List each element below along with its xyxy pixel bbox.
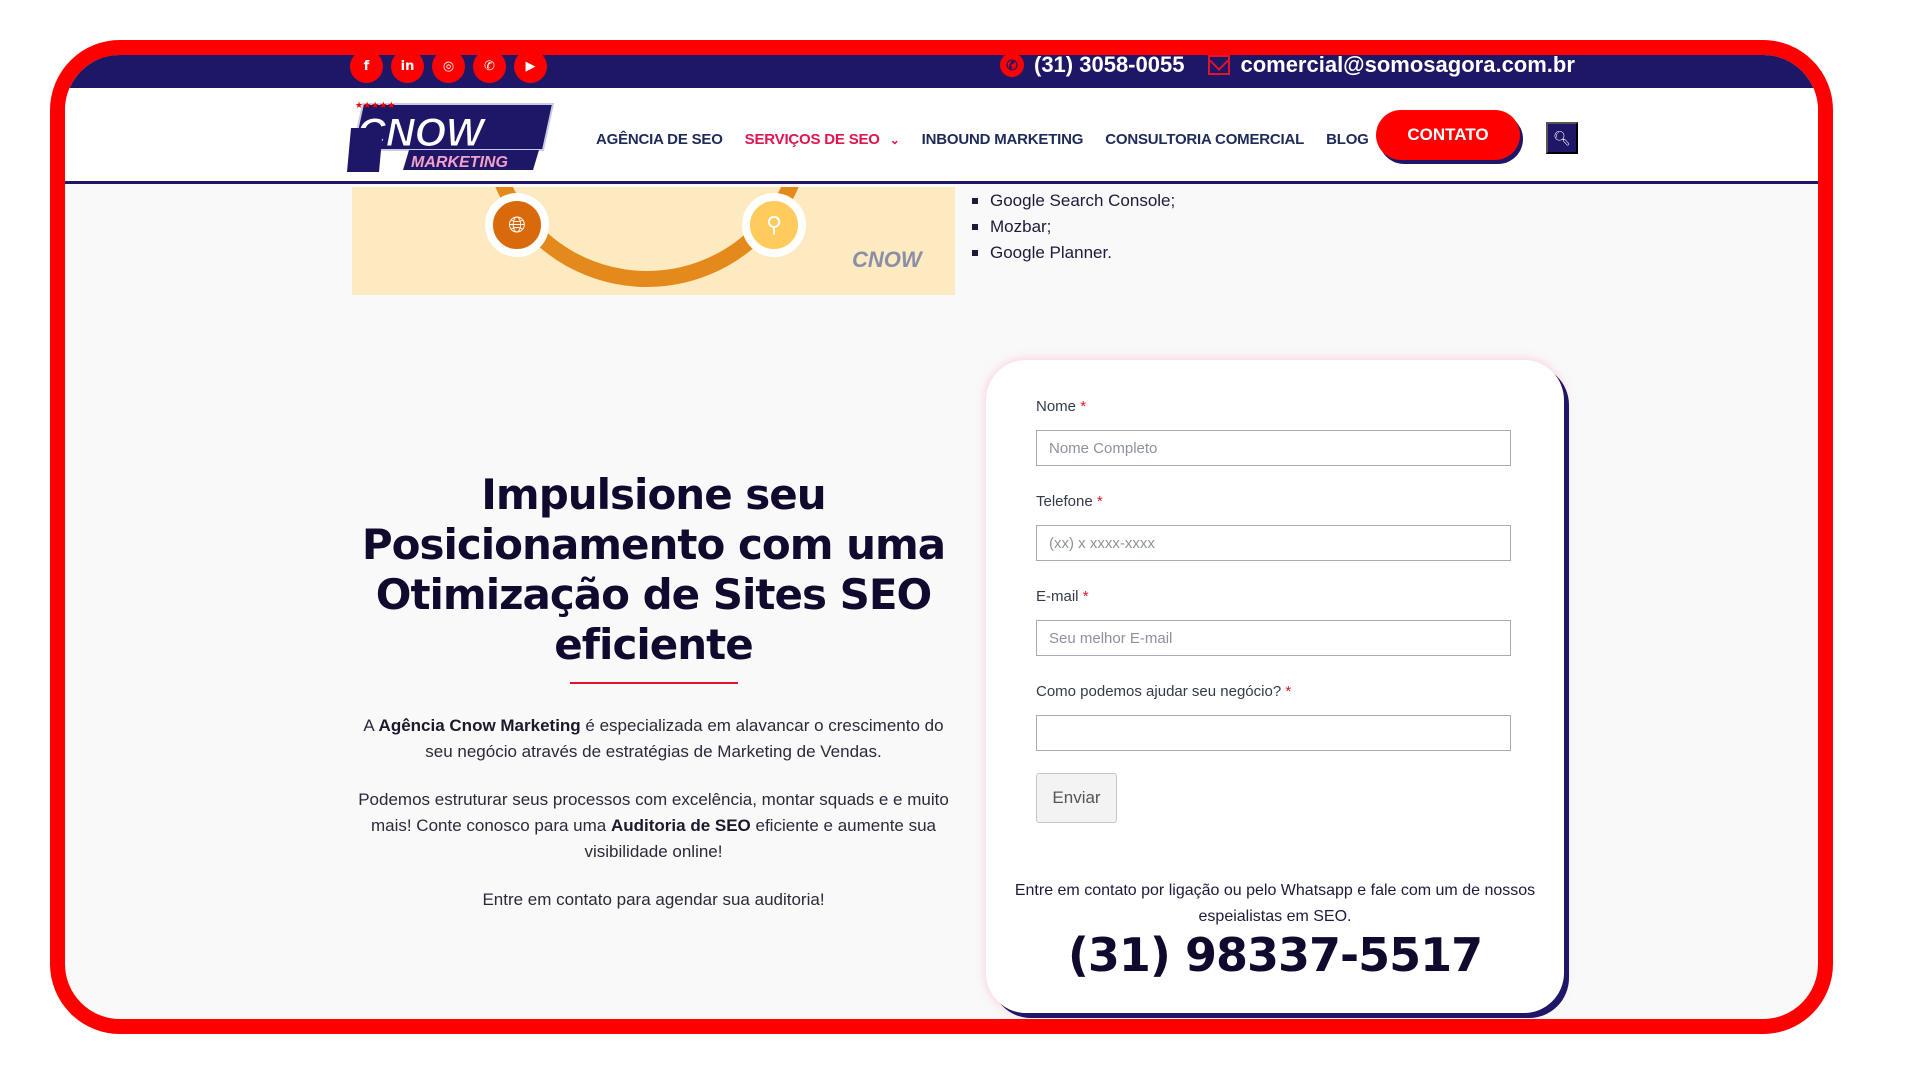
nav-inbound-marketing[interactable]: INBOUND MARKETING [922, 131, 1084, 148]
nav-blog[interactable]: BLOG [1326, 131, 1369, 148]
whatsapp-phone-icon: ✆ [1000, 55, 1024, 77]
logo-subtitle: MARKETING [411, 154, 508, 171]
logo-stars: ★★★★★ [355, 101, 395, 111]
highlight-frame: f in ◎ ✆ ▶ ✆ (31) 3058-0055 comercial@so… [50, 40, 1833, 1034]
globe-icon: 🌐︎ [485, 193, 549, 257]
mail-icon [1208, 55, 1231, 75]
cta-text: Entre em contato por ligação ou pelo Wha… [1014, 882, 1536, 925]
list-item: Mozbar; [972, 214, 1175, 240]
instagram-icon[interactable]: ◎ [432, 55, 465, 83]
chevron-down-icon[interactable]: ⌄ [890, 133, 900, 147]
email-field[interactable] [1036, 620, 1511, 656]
name-label: Nome * [1036, 398, 1087, 415]
cnow-logo[interactable]: ★★★★★ CNOW MARKETING [343, 98, 557, 175]
hero-paragraph-1: A Agência Cnow Marketing é especializada… [352, 713, 955, 765]
phone-label: Telefone * [1036, 493, 1103, 510]
site-header: ★★★★★ CNOW MARKETING AGÊNCIA DE SEO SERV… [65, 88, 1818, 184]
magnifier-icon: ⚲ [742, 193, 806, 257]
facebook-icon[interactable]: f [350, 55, 383, 83]
agency-name: Agência Cnow Marketing [378, 716, 581, 735]
top-email-link[interactable]: comercial@somosagora.com.br [1240, 55, 1574, 78]
cta-phone-link[interactable]: (31) 98337-5517 [1006, 928, 1544, 982]
hero-paragraph-3: Entre em contato para agendar sua audito… [482, 890, 825, 909]
contact-button[interactable]: CONTATO [1376, 110, 1520, 160]
name-field[interactable] [1036, 430, 1511, 466]
headline-divider [570, 682, 738, 684]
search-icon: 🔍︎ [1553, 129, 1571, 146]
email-label: E-mail * [1036, 588, 1089, 605]
hero-headline: Impulsione seu Posicionamento com uma Ot… [361, 470, 946, 669]
message-label: Como podemos ajudar seu negócio? * [1036, 683, 1292, 700]
linkedin-icon[interactable]: in [391, 55, 424, 83]
contact-form: Nome * Telefone * E-mail * Como podemos … [986, 360, 1564, 1013]
main-nav: AGÊNCIA DE SEO SERVIÇOS DE SEO ⌄ INBOUND… [596, 131, 1369, 148]
nav-servicos-de-seo[interactable]: SERVIÇOS DE SEO [745, 131, 880, 148]
search-button[interactable]: 🔍︎ [1546, 122, 1578, 154]
youtube-icon[interactable]: ▶ [514, 55, 547, 83]
nav-agencia-de-seo[interactable]: AGÊNCIA DE SEO [596, 131, 723, 148]
text: A [363, 716, 379, 735]
watermark-logo: CNOW [852, 247, 922, 272]
top-phone-link[interactable]: (31) 3058-0055 [1034, 55, 1184, 78]
submit-button[interactable]: Enviar [1036, 773, 1117, 823]
whatsapp-icon[interactable]: ✆ [473, 55, 506, 83]
nav-consultoria-comercial[interactable]: CONSULTORIA COMERCIAL [1105, 131, 1304, 148]
phone-field[interactable] [1036, 525, 1511, 561]
list-item: Google Search Console; [972, 188, 1175, 214]
hero-paragraph-2: Podemos estruturar seus processos com ex… [352, 787, 955, 865]
message-field[interactable] [1036, 715, 1511, 751]
list-item: Google Planner. [972, 240, 1175, 266]
tools-list: Google Search Console; Mozbar; Google Pl… [972, 188, 1175, 266]
social-links: f in ◎ ✆ ▶ [350, 55, 547, 83]
top-contact: ✆ (31) 3058-0055 comercial@somosagora.co… [1000, 55, 1575, 78]
seo-illustration: 🌐︎ ⚲ CNOW [352, 187, 955, 295]
audit-highlight: Auditoria de SEO [610, 816, 751, 835]
